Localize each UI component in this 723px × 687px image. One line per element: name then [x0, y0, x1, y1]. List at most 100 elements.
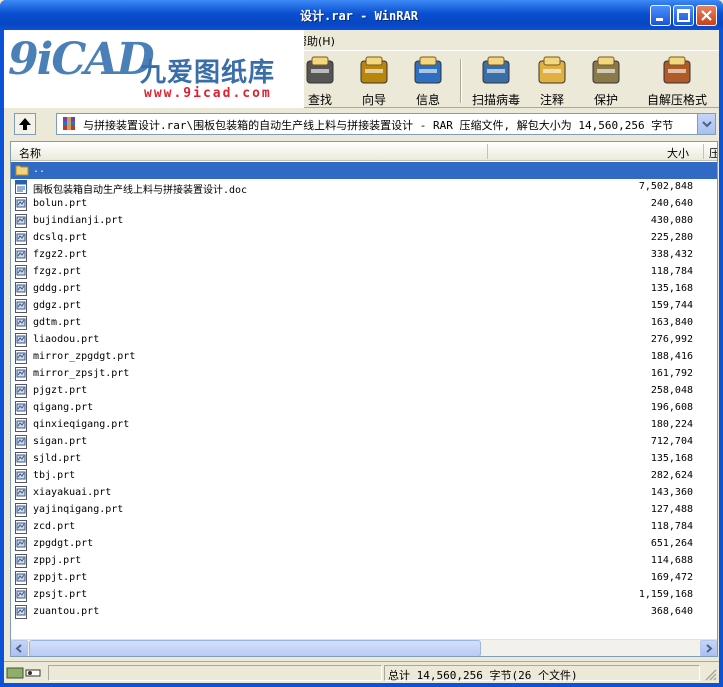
row-name: zppj.prt: [33, 555, 82, 566]
prt-file-icon: [15, 282, 27, 296]
file-row[interactable]: tbj.prt 282,624: [11, 468, 717, 485]
column-packed-header[interactable]: 压: [709, 145, 717, 161]
row-name: zpgdgt.prt: [33, 538, 94, 549]
file-row[interactable]: bolun.prt 240,640: [11, 196, 717, 213]
row-name: gdgz.prt: [33, 300, 82, 311]
chevron-down-icon: [702, 121, 712, 128]
row-size: 135,168: [650, 283, 693, 294]
file-row[interactable]: dcslq.prt 225,280: [11, 230, 717, 247]
prt-file-icon: [15, 248, 27, 262]
file-row[interactable]: zuantou.prt 368,640: [11, 604, 717, 621]
file-row[interactable]: qinxieqigang.prt 180,224: [11, 417, 717, 434]
scroll-thumb[interactable]: [29, 640, 481, 656]
folder-icon: [15, 165, 29, 176]
toolbar-button-8[interactable]: 扫描病毒: [464, 53, 528, 107]
row-name: mirror_zpsjt.prt: [33, 368, 130, 379]
prt-file-icon: [15, 367, 27, 381]
row-size: 118,784: [650, 266, 693, 277]
prt-file-icon: [15, 316, 27, 330]
parent-folder-row[interactable]: ..: [11, 162, 717, 179]
row-size: 127,488: [650, 504, 693, 515]
row-name: yajinqigang.prt: [33, 504, 124, 515]
file-row[interactable]: zcd.prt 118,784: [11, 519, 717, 536]
close-button[interactable]: [696, 5, 717, 26]
minimize-button[interactable]: [650, 5, 671, 26]
up-arrow-icon: [19, 118, 31, 130]
prt-file-icon: [15, 418, 27, 432]
file-row[interactable]: sjld.prt 135,168: [11, 451, 717, 468]
file-row[interactable]: fzgz.prt 118,784: [11, 264, 717, 281]
horizontal-scrollbar[interactable]: [11, 639, 717, 656]
sfx-icon: [663, 56, 691, 84]
toolbar-button-7[interactable]: 信息: [406, 53, 450, 107]
protect-icon: [592, 56, 620, 84]
column-size-header[interactable]: 大小: [667, 145, 689, 161]
prt-file-icon: [15, 571, 27, 585]
prt-file-icon: [15, 588, 27, 602]
file-row[interactable]: zppjt.prt 169,472: [11, 570, 717, 587]
file-row[interactable]: zpgdgt.prt 651,264: [11, 536, 717, 553]
prt-file-icon: [15, 554, 27, 568]
row-name: 围板包装箱自动生产线上料与拼接装置设计.doc: [33, 185, 248, 196]
comment-icon: [538, 56, 566, 84]
file-row[interactable]: 围板包装箱自动生产线上料与拼接装置设计.doc 7,502,848: [11, 179, 717, 196]
file-row[interactable]: mirror_zpsjt.prt 161,792: [11, 366, 717, 383]
file-row[interactable]: yajinqigang.prt 127,488: [11, 502, 717, 519]
file-row[interactable]: zpsjt.prt 1,159,168: [11, 587, 717, 604]
file-row[interactable]: pjgzt.prt 258,048: [11, 383, 717, 400]
close-icon: [701, 10, 712, 21]
file-row[interactable]: xiayakuai.prt 143,360: [11, 485, 717, 502]
column-divider[interactable]: [703, 144, 704, 159]
row-size: 712,704: [650, 436, 693, 447]
chevron-right-icon: [706, 644, 713, 653]
file-list[interactable]: 名称 大小 压 .. 围板包装箱自动生产线上料与拼接装置设计.doc 7,502,…: [10, 141, 718, 657]
toolbar-button-5[interactable]: 查找: [298, 53, 342, 107]
column-divider[interactable]: [487, 144, 488, 159]
toolbar-button-6[interactable]: 向导: [352, 53, 396, 107]
file-row[interactable]: liaodou.prt 276,992: [11, 332, 717, 349]
row-name: gdtm.prt: [33, 317, 82, 328]
file-row[interactable]: sigan.prt 712,704: [11, 434, 717, 451]
scroll-right-button[interactable]: [700, 640, 717, 656]
toolbar-label: 向导: [361, 93, 386, 107]
file-row[interactable]: qigang.prt 196,608: [11, 400, 717, 417]
row-size: 114,688: [650, 555, 693, 566]
row-name: fzgz2.prt: [33, 249, 88, 260]
list-header: 名称 大小 压: [11, 142, 717, 161]
word-document-icon: [15, 180, 27, 194]
file-row[interactable]: gdgz.prt 159,744: [11, 298, 717, 315]
row-name: zppjt.prt: [33, 572, 88, 583]
maximize-icon: [677, 9, 690, 22]
toolbar-button-11[interactable]: 自解压格式: [640, 53, 714, 107]
file-row[interactable]: gdtm.prt 163,840: [11, 315, 717, 332]
file-row[interactable]: zppj.prt 114,688: [11, 553, 717, 570]
row-name: gddg.prt: [33, 283, 82, 294]
row-name: sigan.prt: [33, 436, 88, 447]
prt-file-icon: [15, 384, 27, 398]
row-name: zuantou.prt: [33, 606, 100, 617]
file-row[interactable]: bujindianji.prt 430,080: [11, 213, 717, 230]
address-field[interactable]: 与拼接装置设计.rar\围板包装箱的自动生产线上料与拼接装置设计 - RAR 压…: [56, 113, 716, 135]
address-dropdown-button[interactable]: [697, 114, 715, 134]
scroll-left-button[interactable]: [11, 640, 28, 656]
maximize-button[interactable]: [673, 5, 694, 26]
row-name: qigang.prt: [33, 402, 94, 413]
toolbar-button-10[interactable]: 保护: [584, 53, 628, 107]
window-client: 帮助(H) 添加解压到测试查看删除查找向导信息扫描病毒注释保护自解压格式 9iC…: [4, 30, 719, 683]
file-row[interactable]: gddg.prt 135,168: [11, 281, 717, 298]
row-size: 159,744: [650, 300, 693, 311]
logo-mark: 9iCAD: [8, 34, 155, 85]
resize-grip-icon[interactable]: [705, 669, 717, 681]
column-name-header[interactable]: 名称: [19, 145, 41, 161]
file-row[interactable]: mirror_zpgdgt.prt 188,416: [11, 349, 717, 366]
toolbar-button-9[interactable]: 注释: [530, 53, 574, 107]
row-name: liaodou.prt: [33, 334, 100, 345]
up-folder-button[interactable]: [14, 113, 36, 135]
row-name: zcd.prt: [33, 521, 76, 532]
logo-url: www.9icad.com: [144, 86, 272, 101]
title-bar[interactable]: 设计.rar - WinRAR: [0, 0, 723, 30]
minimize-icon: [656, 18, 663, 21]
row-size: 651,264: [650, 538, 693, 549]
status-bar: 总计 14,560,256 字节(26 个文件): [4, 661, 719, 683]
file-row[interactable]: fzgz2.prt 338,432: [11, 247, 717, 264]
